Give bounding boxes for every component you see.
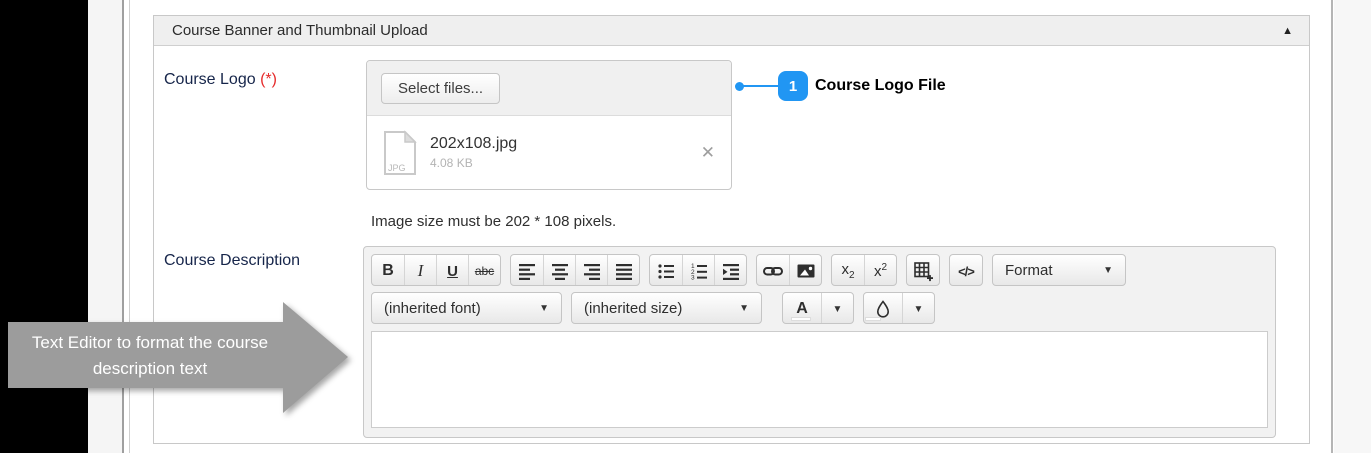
right-gutter-strip bbox=[1334, 0, 1371, 453]
panel-title: Course Banner and Thumbnail Upload bbox=[172, 22, 428, 39]
arrow-annotation-text: Text Editor to format the course descrip… bbox=[10, 330, 290, 382]
file-upload-widget: Select files... JPG 202x108.jpg 4.08 KB … bbox=[366, 60, 732, 190]
link-icon[interactable] bbox=[757, 255, 789, 286]
indent-icon[interactable] bbox=[714, 255, 746, 286]
editor-toolbar-row-1: B I U abc bbox=[371, 254, 1268, 286]
callout-number-badge: 1 bbox=[778, 71, 808, 101]
text-style-group: B I U abc bbox=[371, 254, 501, 286]
chevron-down-icon: ▼ bbox=[539, 303, 549, 314]
editor-toolbar-row-2: (inherited font) ▼ (inherited size) ▼ A … bbox=[371, 292, 1268, 324]
bullet-list-icon[interactable] bbox=[650, 255, 682, 286]
superscript-button[interactable]: x2 bbox=[864, 255, 896, 286]
underline-button[interactable]: U bbox=[436, 255, 468, 286]
chevron-down-icon: ▼ bbox=[914, 304, 924, 315]
insert-table-icon[interactable] bbox=[907, 255, 939, 286]
editor-content-area[interactable] bbox=[371, 331, 1268, 428]
collapse-icon[interactable]: ▲ bbox=[1282, 25, 1293, 37]
text-color-arrow[interactable]: ▼ bbox=[821, 293, 853, 324]
text-color-swatch bbox=[791, 317, 811, 321]
svg-text:JPG: JPG bbox=[388, 163, 406, 173]
font-size-dropdown[interactable]: (inherited size) ▼ bbox=[571, 292, 762, 324]
required-marker: (*) bbox=[260, 71, 277, 88]
code-group: </> bbox=[949, 254, 983, 286]
droplet-icon bbox=[874, 299, 892, 319]
italic-button[interactable]: I bbox=[404, 255, 436, 286]
right-gutter-divider bbox=[1331, 0, 1333, 453]
justify-icon[interactable] bbox=[607, 255, 639, 286]
file-document-icon: JPG bbox=[383, 130, 417, 176]
callout-line bbox=[742, 85, 780, 87]
format-dropdown-value: Format bbox=[1005, 262, 1053, 279]
file-meta: 202x108.jpg 4.08 KB bbox=[430, 135, 517, 170]
list-group: 123 bbox=[649, 254, 747, 286]
file-name: 202x108.jpg bbox=[430, 135, 517, 153]
format-dropdown[interactable]: Format ▼ bbox=[992, 254, 1126, 286]
font-size-value: (inherited size) bbox=[584, 300, 682, 317]
image-size-hint: Image size must be 202 * 108 pixels. bbox=[371, 213, 616, 230]
background-color-button[interactable] bbox=[864, 293, 902, 324]
insert-group bbox=[756, 254, 822, 286]
svg-text:3: 3 bbox=[691, 275, 695, 281]
background-color-arrow[interactable]: ▼ bbox=[902, 293, 934, 324]
callout-label: Course Logo File bbox=[815, 77, 946, 95]
select-files-button[interactable]: Select files... bbox=[381, 73, 500, 104]
align-center-icon[interactable] bbox=[543, 255, 575, 286]
file-size: 4.08 KB bbox=[430, 156, 517, 170]
strikethrough-button[interactable]: abc bbox=[468, 255, 500, 286]
table-group bbox=[906, 254, 940, 286]
chevron-down-icon: ▼ bbox=[833, 304, 843, 315]
course-description-label: Course Description bbox=[164, 252, 300, 270]
uploaded-file-row: JPG 202x108.jpg 4.08 KB ✕ bbox=[367, 116, 731, 189]
insert-image-icon[interactable] bbox=[789, 255, 821, 286]
view-source-button[interactable]: </> bbox=[950, 255, 982, 286]
numbered-list-icon[interactable]: 123 bbox=[682, 255, 714, 286]
alignment-group bbox=[510, 254, 640, 286]
text-color-split-button: A ▼ bbox=[782, 292, 854, 324]
rich-text-editor: B I U abc bbox=[363, 246, 1276, 438]
script-group: x2 x2 bbox=[831, 254, 897, 286]
chevron-down-icon: ▼ bbox=[1103, 265, 1113, 276]
upload-dropzone[interactable]: Select files... bbox=[367, 61, 731, 116]
background-color-split-button: ▼ bbox=[863, 292, 935, 324]
subscript-button[interactable]: x2 bbox=[832, 255, 864, 286]
panel-header[interactable]: Course Banner and Thumbnail Upload ▲ bbox=[154, 16, 1309, 46]
remove-file-icon[interactable]: ✕ bbox=[701, 143, 715, 163]
course-logo-label: Course Logo (*) bbox=[164, 71, 277, 89]
bold-button[interactable]: B bbox=[372, 255, 404, 286]
align-right-icon[interactable] bbox=[575, 255, 607, 286]
text-color-button[interactable]: A bbox=[783, 293, 821, 324]
font-family-value: (inherited font) bbox=[384, 300, 481, 317]
chevron-down-icon: ▼ bbox=[739, 303, 749, 314]
align-left-icon[interactable] bbox=[511, 255, 543, 286]
font-family-dropdown[interactable]: (inherited font) ▼ bbox=[371, 292, 562, 324]
background-color-swatch bbox=[865, 317, 881, 321]
